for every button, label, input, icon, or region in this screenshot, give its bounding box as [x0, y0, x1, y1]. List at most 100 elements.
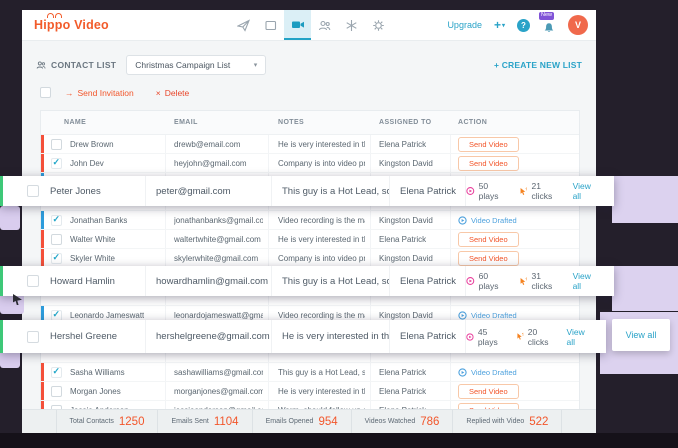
decoration-lavender-block [612, 176, 678, 223]
table-row[interactable]: John Dev heyjohn@gmail.com Company is in… [41, 154, 579, 173]
row-checkbox[interactable] [51, 386, 62, 397]
send-video-button[interactable]: Send Video [458, 137, 519, 152]
row-accent-bar [41, 230, 44, 248]
delete-button[interactable]: × Delete [156, 88, 190, 98]
table-row[interactable]: Morgan Jones morganjones@gmail.com He is… [41, 382, 579, 401]
page-background: Hippo Video [0, 0, 678, 448]
contact-notes: He is very interested in the prod... [282, 331, 389, 342]
row-checkbox[interactable] [51, 139, 62, 150]
nav-right-group: Upgrade +▾ ? New V [447, 10, 588, 40]
stat-label: Emails Opened [266, 418, 314, 425]
notifications-bell[interactable]: New [542, 16, 556, 34]
assigned-to: Elena Patrick [400, 276, 456, 287]
contact-notes: Company is into video produ... [278, 254, 365, 263]
contact-email: peter@gmail.com [156, 186, 231, 197]
table-row[interactable]: Jonathan Banks jonathanbanks@gmail.com V… [41, 211, 579, 230]
magnified-row-hershel-greene[interactable]: Hershel Greene hershelgreene@gmail.com H… [0, 320, 606, 353]
column-header-name: NAME [41, 119, 166, 126]
contact-notes: This guy is a Hot Lead, so... [282, 276, 389, 287]
row-checkbox[interactable] [51, 310, 62, 321]
play-circle-icon [466, 276, 475, 286]
send-video-button[interactable]: Send Video [458, 232, 519, 247]
select-all-checkbox[interactable] [40, 87, 51, 98]
chevron-down-icon: ▾ [254, 61, 258, 69]
plays-stat: 50 plays [466, 181, 506, 201]
play-circle-icon [458, 216, 467, 225]
avatar[interactable]: V [568, 15, 588, 35]
contact-name: Drew Brown [70, 140, 114, 149]
upgrade-link[interactable]: Upgrade [447, 20, 482, 30]
add-new-button[interactable]: +▾ [494, 18, 505, 32]
row-accent-bar [41, 135, 44, 153]
row-checkbox[interactable] [51, 215, 62, 226]
row-checkbox[interactable] [27, 275, 39, 287]
play-circle-icon [466, 332, 474, 342]
view-all-link[interactable]: View all [566, 327, 590, 347]
send-invitation-button[interactable]: → Send Invitation [65, 88, 134, 98]
list-select-dropdown[interactable]: Christmas Campaign List ▾ [126, 55, 266, 75]
send-video-button[interactable]: Send Video [458, 156, 519, 171]
stat-value: 786 [420, 416, 439, 428]
row-checkbox[interactable] [51, 253, 62, 264]
plays-stat: 60 plays [466, 271, 506, 291]
assigned-to: Kingston David [379, 254, 433, 263]
assigned-to: Elena Patrick [400, 331, 456, 342]
assigned-to: Kingston David [379, 216, 433, 225]
row-checkbox[interactable] [51, 367, 62, 378]
stats-footer: Total Contacts 1250 Emails Sent 1104 Ema… [22, 409, 596, 433]
video-camera-icon[interactable] [284, 10, 311, 40]
row-accent-bar [41, 154, 44, 172]
click-cursor-icon [519, 186, 528, 197]
view-all-link[interactable]: View all [573, 271, 598, 291]
play-circle-icon [458, 368, 467, 377]
contacts-icon[interactable] [311, 10, 338, 40]
paper-plane-icon[interactable] [230, 10, 257, 40]
row-checkbox[interactable] [27, 331, 39, 343]
magnified-row-peter-jones[interactable]: Peter Jones peter@gmail.com This guy is … [0, 176, 614, 206]
contact-email: skylerwhite@gmail.com [174, 254, 258, 263]
help-button[interactable]: ? [517, 19, 530, 32]
assigned-to: Elena Patrick [400, 186, 456, 197]
contact-email: hershelgreene@gmail.com [156, 331, 270, 342]
contact-email: jonathanbanks@gmail.com [174, 216, 263, 225]
create-new-list-button[interactable]: + CREATE NEW LIST [494, 60, 582, 70]
play-circle-icon [458, 311, 467, 320]
table-row[interactable]: Drew Brown drewb@email.com He is very in… [41, 135, 579, 154]
contact-email: waltertwhite@gmail.com [174, 235, 261, 244]
send-video-button[interactable]: Send Video [458, 384, 519, 399]
screen-icon[interactable] [257, 10, 284, 40]
assigned-to: Kingston David [379, 311, 433, 320]
contact-notes: This guy is a Hot Lead, so... [282, 186, 389, 197]
stat-value: 1104 [214, 416, 239, 428]
bell-icon [543, 22, 555, 34]
contact-name: Walter White [70, 235, 116, 244]
video-drafted-status: Video Drafted [458, 368, 517, 377]
settings-gear-icon[interactable] [365, 10, 392, 40]
contact-notes: He is very interested in the prod... [278, 235, 365, 244]
table-row[interactable]: Walter White waltertwhite@gmail.com He i… [41, 230, 579, 249]
stat-label: Emails Sent [171, 418, 208, 425]
send-video-button[interactable]: Send Video [458, 251, 519, 266]
click-cursor-icon [516, 331, 524, 342]
contact-name: Leonardo Jameswatt [70, 311, 144, 320]
view-all-link[interactable]: View all [573, 181, 598, 201]
row-checkbox[interactable] [51, 234, 62, 245]
clicks-stat: 31 clicks [519, 271, 560, 291]
footer-stat: Videos Watched 786 [351, 410, 453, 433]
contact-notes: Video recording is the mai... [278, 216, 365, 225]
integrations-icon[interactable] [338, 10, 365, 40]
row-checkbox[interactable] [51, 158, 62, 169]
row-checkbox[interactable] [27, 185, 39, 197]
view-all-tooltip[interactable]: View all [612, 319, 670, 351]
video-drafted-label: Video Drafted [471, 368, 517, 377]
list-bar: CONTACT LIST Christmas Campaign List ▾ +… [36, 55, 582, 75]
footer-stat: Total Contacts 1250 [56, 410, 158, 433]
magnified-row-howard-hamlin[interactable]: Howard Hamlin howardhamlin@gmail.com Thi… [0, 266, 614, 296]
table-row[interactable]: Sasha Williams sashawilliams@gmail.com T… [41, 363, 579, 382]
contact-email: leonardojameswatt@gmail.com [174, 311, 263, 320]
contact-name: Morgan Jones [70, 387, 121, 396]
nav-icon-group [230, 10, 392, 40]
contact-email: sashawilliams@gmail.com [174, 368, 263, 377]
chevron-down-icon: ▾ [502, 22, 505, 29]
hippo-video-logo[interactable]: Hippo Video [34, 18, 109, 32]
